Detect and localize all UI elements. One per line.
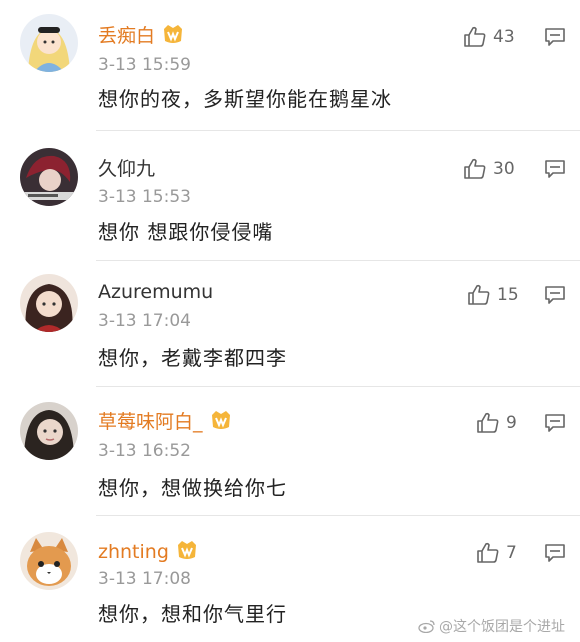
vip-badge-icon bbox=[177, 541, 196, 559]
comment-text: 想你，想做换给你七 bbox=[98, 476, 287, 500]
divider bbox=[96, 130, 580, 131]
thumbs-up-icon bbox=[464, 158, 486, 179]
watermark: @这个饭团是个进址 bbox=[418, 616, 565, 636]
username[interactable]: 丢痴白 bbox=[98, 23, 185, 48]
like-button[interactable]: 7 bbox=[476, 541, 517, 565]
avatar[interactable] bbox=[20, 532, 78, 590]
timestamp: 3-13 15:53 bbox=[98, 187, 191, 207]
timestamp: 3-13 16:52 bbox=[98, 441, 191, 461]
username[interactable]: 久仰九 bbox=[98, 157, 155, 181]
reply-icon[interactable] bbox=[544, 159, 566, 179]
reply-icon[interactable] bbox=[544, 543, 566, 563]
thumbs-up-icon bbox=[468, 284, 490, 305]
vip-badge-icon bbox=[164, 25, 183, 43]
like-button[interactable]: 43 bbox=[463, 25, 515, 49]
timestamp: 3-13 17:08 bbox=[98, 569, 191, 589]
watermark-text: @这个饭团是个进址 bbox=[439, 619, 565, 635]
comment-text: 想你，想和你气里行 bbox=[98, 602, 287, 626]
username-text[interactable]: zhnting bbox=[98, 541, 169, 563]
like-count: 30 bbox=[493, 159, 515, 179]
reply-icon[interactable] bbox=[544, 285, 566, 305]
divider bbox=[96, 386, 580, 387]
weibo-logo-icon bbox=[418, 620, 435, 633]
comment-text: 想你，老戴李都四李 bbox=[98, 346, 287, 370]
comment-text: 想你的夜，多斯望你能在鹅星冰 bbox=[98, 87, 392, 111]
like-button[interactable]: 9 bbox=[476, 411, 517, 435]
avatar[interactable] bbox=[20, 14, 78, 72]
username-text[interactable]: 草莓味阿白_ bbox=[98, 411, 203, 433]
reply-icon[interactable] bbox=[544, 27, 566, 47]
thumbs-up-icon bbox=[477, 412, 499, 433]
like-count: 43 bbox=[493, 27, 515, 47]
reply-icon[interactable] bbox=[544, 413, 566, 433]
divider bbox=[96, 260, 580, 261]
username[interactable]: Azuremumu bbox=[98, 280, 213, 304]
like-button[interactable]: 15 bbox=[467, 283, 519, 307]
timestamp: 3-13 15:59 bbox=[98, 55, 191, 75]
avatar[interactable] bbox=[20, 402, 78, 460]
username-text[interactable]: 丢痴白 bbox=[98, 25, 155, 47]
thumbs-up-icon bbox=[477, 542, 499, 563]
like-button[interactable]: 30 bbox=[463, 157, 515, 181]
like-count: 15 bbox=[497, 285, 519, 305]
comment-text: 想你 想跟你侵侵嘴 bbox=[98, 220, 274, 244]
username[interactable]: zhnting bbox=[98, 539, 199, 564]
like-count: 7 bbox=[506, 543, 517, 563]
username[interactable]: 草莓味阿白_ bbox=[98, 409, 233, 434]
avatar[interactable] bbox=[20, 148, 78, 206]
timestamp: 3-13 17:04 bbox=[98, 311, 191, 331]
thumbs-up-icon bbox=[464, 26, 486, 47]
vip-badge-icon bbox=[211, 411, 230, 429]
like-count: 9 bbox=[506, 413, 517, 433]
divider bbox=[96, 515, 580, 516]
avatar[interactable] bbox=[20, 274, 78, 332]
